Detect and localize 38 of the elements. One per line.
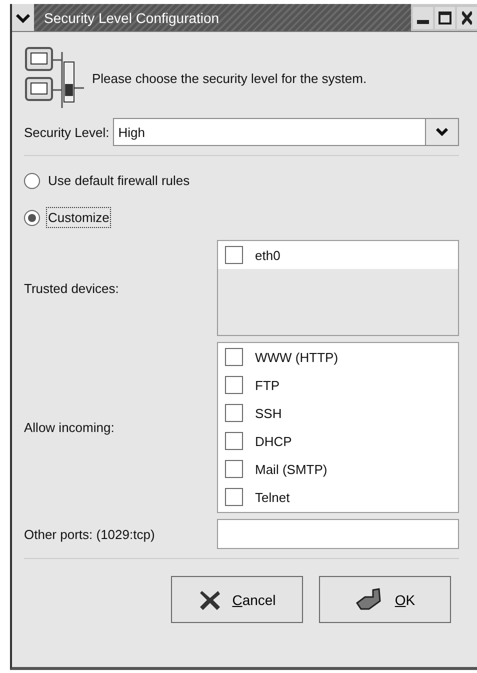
service-label[interactable]: WWW (HTTP) [255, 350, 338, 364]
minimize-button[interactable] [413, 6, 433, 28]
maximize-icon [438, 10, 452, 24]
service-label[interactable]: Mail (SMTP) [255, 462, 328, 476]
device-label[interactable]: eth0 [255, 248, 280, 262]
close-icon [462, 10, 472, 24]
checkbox[interactable] [225, 432, 243, 450]
checkbox[interactable] [225, 488, 243, 506]
maximize-button[interactable] [435, 6, 455, 28]
security-level-label: Security Level: [24, 124, 110, 140]
close-button[interactable] [457, 6, 477, 28]
security-level-dropdown[interactable]: High [113, 118, 459, 146]
window-title: Security Level Configuration [34, 4, 411, 31]
checkbox[interactable] [225, 348, 243, 366]
checkbox[interactable] [225, 404, 243, 422]
chevron-icon [436, 128, 448, 136]
ok-button[interactable]: OK [319, 576, 451, 623]
service-label[interactable]: SSH [255, 406, 282, 420]
radio-label[interactable]: Use default firewall rules [46, 170, 192, 191]
network-computers-icon [24, 46, 86, 110]
radio-button[interactable] [24, 172, 40, 188]
other-ports-label: Other ports: (1029:tcp) [24, 526, 156, 542]
service-label[interactable]: Telnet [255, 490, 290, 504]
service-label[interactable]: FTP [255, 378, 280, 392]
radio-label[interactable]: Customize [46, 207, 112, 228]
checkbox[interactable] [225, 376, 243, 394]
checkbox[interactable] [225, 460, 243, 478]
chevron-icon [16, 12, 30, 22]
allow-incoming-label: Allow incoming: [24, 420, 116, 435]
trusted-devices-label: Trusted devices: [24, 280, 120, 296]
window-menu-button[interactable] [12, 4, 34, 31]
service-label[interactable]: DHCP [255, 434, 292, 448]
radio-button[interactable] [24, 210, 40, 226]
cancel-button[interactable]: Cancel [171, 576, 303, 623]
other-ports-field[interactable] [217, 519, 459, 549]
intro-text: Please choose the security level for the system. [92, 70, 367, 86]
minimize-icon [417, 20, 429, 24]
checkbox[interactable] [225, 246, 243, 264]
